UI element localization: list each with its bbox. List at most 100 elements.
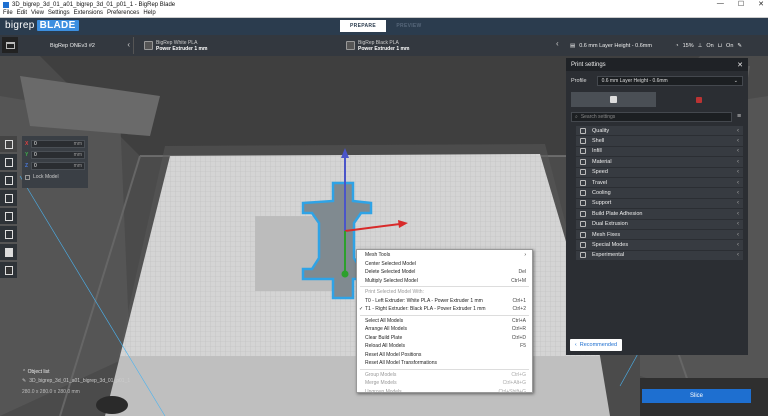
window-titlebar: 3D_bigrep_3d_01_a01_bigrep_3d_01_p01_1 -… <box>0 0 768 9</box>
menu-file[interactable]: File <box>3 10 13 16</box>
category-material[interactable]: Material ‹ <box>576 157 743 168</box>
scale-tool-button[interactable] <box>0 154 17 170</box>
category-build-plate-adhesion[interactable]: Build Plate Adhesion ‹ <box>576 209 743 220</box>
cooling-icon <box>580 190 586 197</box>
extruder-left[interactable]: BigRep White PLA Power Extruder 1 mm <box>144 37 207 54</box>
menu-item-arrange-all[interactable]: Arrange All Models Ctrl+R <box>357 325 532 334</box>
close-icon[interactable]: ✕ <box>737 61 743 69</box>
chevron-left-icon: ‹ <box>556 39 559 48</box>
menu-item-mesh-tools[interactable]: Mesh Tools › <box>357 251 532 260</box>
per-model-settings-icon <box>4 211 13 221</box>
window-title: 3D_bigrep_3d_01_a01_bigrep_3d_01_p01_1 -… <box>12 1 176 8</box>
speed-icon <box>580 169 586 176</box>
app-logo: bigrep BLADE <box>5 20 79 31</box>
menu-item-select-all[interactable]: Select All Models Ctrl+A <box>357 317 532 326</box>
category-cooling[interactable]: Cooling ‹ <box>576 188 743 199</box>
menubar: File Edit View Settings Extensions Prefe… <box>0 9 768 18</box>
menu-item-extruder-t0[interactable]: T0 - Left Extruder: White PLA - Power Ex… <box>357 297 532 306</box>
chevron-left-icon: ‹ <box>737 210 739 217</box>
menu-item-group-models[interactable]: Group Models Ctrl+G <box>357 371 532 380</box>
menu-extensions[interactable]: Extensions <box>74 10 103 16</box>
extruder-t1-icon <box>346 41 355 50</box>
object-list-header[interactable]: ⌃ Object list <box>22 369 132 375</box>
category-speed[interactable]: Speed ‹ <box>576 167 743 178</box>
maximize-button[interactable]: ☐ <box>738 0 744 8</box>
mirror-tool-button[interactable] <box>0 190 17 206</box>
move-tool-button[interactable] <box>0 136 17 152</box>
tab-preview[interactable]: PREVIEW <box>386 20 432 32</box>
menu-item-reset-transformations[interactable]: Reset All Model Transformations <box>357 359 532 368</box>
settings-search-input[interactable]: ⌕ Search settings <box>571 111 732 122</box>
y-position-input[interactable]: 0 mm <box>31 151 85 159</box>
mesh-fixes-icon <box>580 231 586 238</box>
extruder-t1-icon <box>695 96 702 103</box>
pencil-icon: ✎ <box>22 378 27 384</box>
category-experimental[interactable]: Experimental ‹ <box>576 250 743 262</box>
menu-edit[interactable]: Edit <box>17 10 27 16</box>
menu-item-merge-models[interactable]: Merge Models Ctrl+Alt+G <box>357 379 532 388</box>
lock-model-checkbox[interactable] <box>25 174 30 180</box>
menu-item-delete-selected[interactable]: Delete Selected Model Del <box>357 268 532 277</box>
adhesion-icon: ⊔ <box>717 42 723 49</box>
z-position-input[interactable]: 0 mm <box>31 162 85 170</box>
chevron-left-icon: ‹ <box>737 158 739 165</box>
travel-icon <box>580 179 586 186</box>
category-quality[interactable]: Quality ‹ <box>576 126 743 137</box>
support-blocker-button[interactable] <box>0 226 17 242</box>
menu-label-print-with: Print Selected Model With: <box>365 289 424 296</box>
menu-view[interactable]: View <box>31 10 44 16</box>
object-list-item[interactable]: ✎ 3D_bigrep_3d_01_a01_bigrep_3d_01_p01_1 <box>22 378 132 384</box>
menu-settings[interactable]: Settings <box>48 10 70 16</box>
infill-icon: ◔ <box>675 42 679 49</box>
category-dual-extrusion[interactable]: Dual Extrusion ‹ <box>576 219 743 230</box>
menu-item-extruder-t1[interactable]: ✓ T1 - Right Extruder: Black PLA - Power … <box>357 305 532 314</box>
close-window-button[interactable]: ✕ <box>758 0 764 8</box>
tab-prepare[interactable]: PREPARE <box>340 20 386 32</box>
chevron-left-icon: ‹ <box>737 221 739 228</box>
menu-item-reset-positions[interactable]: Reset All Model Positions <box>357 351 532 360</box>
per-model-settings-button[interactable] <box>0 208 17 224</box>
menu-item-multiply-selected[interactable]: Multiply Selected Model Ctrl+M <box>357 277 532 286</box>
printer-name: BigRep ONEv3 #2 <box>50 42 95 49</box>
open-file-button[interactable] <box>2 37 18 53</box>
x-position-input[interactable]: 0 mm <box>31 140 85 148</box>
chevron-down-icon: ⌄ <box>733 78 738 84</box>
move-panel: X 0 mm Y 0 mm Z 0 mm Lock Model <box>22 136 88 188</box>
printer-selector[interactable]: BigRep ONEv3 #2 ‹ <box>24 37 134 54</box>
menu-help[interactable]: Help <box>143 10 155 16</box>
category-support[interactable]: Support ‹ <box>576 198 743 210</box>
extruder-right[interactable]: BigRep Black PLA Power Extruder 1 mm <box>346 37 409 54</box>
context-menu: Mesh Tools › Center Selected Model Delete… <box>356 249 533 395</box>
category-shell[interactable]: Shell ‹ <box>576 136 743 147</box>
category-special-modes[interactable]: Special Modes ‹ <box>576 240 743 251</box>
extruder-tab-left[interactable] <box>571 92 656 107</box>
extruder-t0-button[interactable] <box>0 244 17 260</box>
rotate-tool-button[interactable] <box>0 172 17 188</box>
menu-item-reload-all[interactable]: Reload All Models F5 <box>357 342 532 351</box>
special-modes-icon <box>580 241 586 248</box>
scale-icon <box>4 157 13 167</box>
category-travel[interactable]: Travel ‹ <box>576 177 743 189</box>
minimize-button[interactable]: — <box>717 0 724 8</box>
support-icon <box>580 200 586 207</box>
category-infill[interactable]: Infill ‹ <box>576 146 743 158</box>
chevron-left-icon: ‹ <box>737 169 739 176</box>
checkmark-icon: ✓ <box>359 306 364 313</box>
extruder-tab-right[interactable] <box>656 92 741 107</box>
extruder-t0-icon <box>610 96 617 103</box>
material-icon <box>580 158 586 165</box>
menu-item-ungroup-models[interactable]: Ungroup Models Ctrl+Shift+G <box>357 388 532 397</box>
menu-item-clear-build-plate[interactable]: Clear Build Plate Ctrl+D <box>357 334 532 343</box>
menu-item-center-selected[interactable]: Center Selected Model <box>357 260 532 269</box>
extruder-t1-button[interactable] <box>0 262 17 278</box>
print-setup-summary[interactable]: ▤ 0.6 mm Layer Height - 0.6mm ◔ 15% ⊥ On… <box>566 35 748 56</box>
settings-visibility-menu-icon[interactable]: ≡ <box>735 113 743 120</box>
menu-preferences[interactable]: Preferences <box>107 10 139 16</box>
category-mesh-fixes[interactable]: Mesh Fixes ‹ <box>576 229 743 241</box>
chevron-left-icon: ‹ <box>127 40 130 49</box>
chevron-left-icon: ‹ <box>737 200 739 207</box>
recommended-button[interactable]: ‹ Recommended <box>570 339 622 351</box>
lock-model-label: Lock Model <box>33 174 59 180</box>
profile-select[interactable]: 0.6 mm Layer Height - 0.6mm ⌄ <box>596 76 743 86</box>
slice-button[interactable]: Slice <box>642 389 751 403</box>
